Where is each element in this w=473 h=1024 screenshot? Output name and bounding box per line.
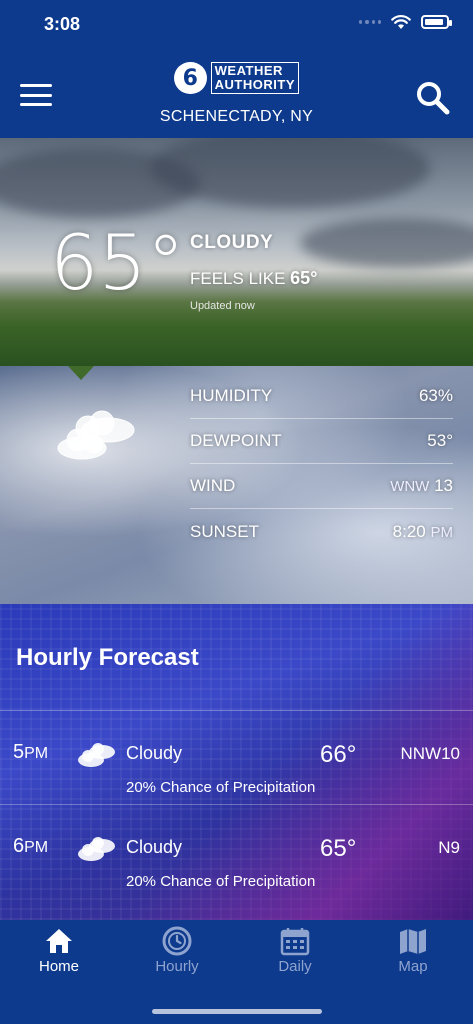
hour-precip: 20% Chance of Precipitation	[126, 779, 316, 796]
status-icons	[359, 14, 452, 30]
hourly-row[interactable]: 5PM Cloudy 20% Chance of Precipitation 6…	[0, 710, 473, 804]
hourly-row[interactable]: 6PM Cloudy 20% Chance of Precipitation 6…	[0, 804, 473, 898]
location-label[interactable]: SCHENECTADY, NY	[0, 108, 473, 126]
search-icon[interactable]	[415, 80, 451, 116]
nav-map[interactable]: Map	[354, 920, 472, 990]
nav-label: Hourly	[155, 958, 199, 975]
station-logo: 6 WEATHER AUTHORITY	[174, 62, 299, 94]
hour-label: 5PM	[13, 741, 49, 763]
signal-icon	[359, 19, 381, 25]
hour-wind: NNW10	[400, 744, 460, 763]
hour-precip: 20% Chance of Precipitation	[126, 873, 316, 890]
home-icon	[46, 929, 72, 953]
hourly-forecast-title: Hourly Forecast	[16, 644, 199, 671]
detail-row-sunset: SUNSET 8:20 PM	[190, 521, 453, 541]
clock-icon	[162, 926, 192, 956]
nav-home[interactable]: Home	[0, 920, 118, 990]
hour-condition: Cloudy	[126, 743, 183, 763]
hourly-forecast: Hourly Forecast 5PM Cloudy 20% Chance of…	[0, 604, 473, 920]
detail-row-humidity: HUMIDITY 63%	[190, 374, 453, 419]
battery-icon	[421, 15, 452, 29]
detail-row-wind: WIND WNW 13	[190, 464, 453, 509]
nav-label: Daily	[278, 958, 312, 975]
hour-condition: Cloudy	[126, 837, 183, 857]
calendar-icon	[280, 928, 310, 956]
cloudy-icon	[78, 837, 115, 861]
top-bar: 3:08 6 WEATHER AUTHORITY SCHENECTADY, NY	[0, 0, 473, 138]
nav-hourly[interactable]: Hourly	[118, 920, 236, 990]
pointer-notch	[68, 366, 94, 380]
detail-row-dewpoint: DEWPOINT 53°	[190, 419, 453, 464]
logo-eye-icon: 6	[174, 62, 207, 94]
current-conditions: 65° CLOUDY FEELS LIKE 65° Updated now	[0, 138, 473, 366]
feels-like: FEELS LIKE 65°	[190, 268, 318, 288]
logo-text: WEATHER AUTHORITY	[210, 62, 299, 94]
map-icon	[400, 929, 426, 954]
nav-label: Home	[38, 958, 79, 975]
status-time: 3:08	[44, 14, 81, 34]
wifi-icon	[391, 15, 411, 29]
current-temperature: 65°	[50, 218, 185, 307]
current-condition: CLOUDY	[190, 232, 274, 253]
hour-label: 6PM	[13, 835, 49, 857]
cloudy-icon	[57, 410, 135, 460]
menu-button[interactable]	[20, 84, 52, 106]
hour-temp: 65°	[320, 835, 357, 862]
hour-temp: 66°	[320, 741, 357, 768]
cloudy-icon	[78, 743, 115, 767]
updated-time: Updated now	[190, 300, 255, 312]
hour-wind: N9	[438, 838, 460, 857]
nav-label: Map	[398, 958, 428, 975]
home-indicator	[152, 1009, 322, 1014]
nav-daily[interactable]: Daily	[236, 920, 354, 990]
